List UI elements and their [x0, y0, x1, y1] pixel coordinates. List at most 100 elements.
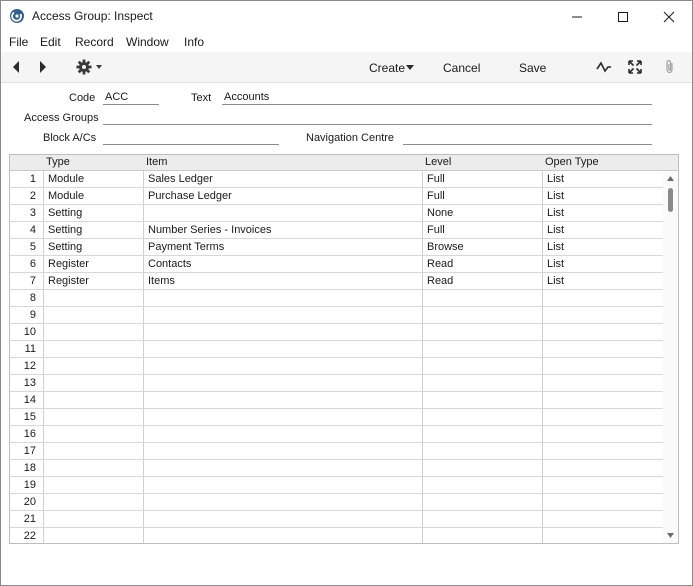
- cell-item[interactable]: Number Series - Invoices: [148, 224, 272, 236]
- table-row[interactable]: 9: [10, 307, 663, 324]
- table-row[interactable]: 19: [10, 477, 663, 494]
- cell-level[interactable]: Read: [427, 275, 453, 287]
- table-row[interactable]: 16: [10, 426, 663, 443]
- table-row[interactable]: 7 Register Items Read List: [10, 273, 663, 290]
- table-row[interactable]: 20: [10, 494, 663, 511]
- cell-level[interactable]: Full: [427, 190, 445, 202]
- minimize-button[interactable]: [554, 1, 600, 32]
- create-button[interactable]: Create: [369, 61, 405, 75]
- save-button[interactable]: Save: [519, 61, 546, 75]
- navigation-centre-field[interactable]: [403, 131, 652, 145]
- menu-file[interactable]: File: [9, 35, 28, 49]
- forward-button[interactable]: [35, 59, 51, 75]
- table-row[interactable]: 17: [10, 443, 663, 460]
- back-arrow-icon: [13, 61, 19, 73]
- scroll-thumb: [668, 188, 673, 212]
- block-acs-field[interactable]: [103, 131, 279, 145]
- cell-type[interactable]: Register: [48, 258, 89, 270]
- cell-level[interactable]: Full: [427, 173, 445, 185]
- column-header-type[interactable]: Type: [46, 156, 70, 168]
- expand-icon: [628, 60, 642, 74]
- cell-open-type[interactable]: List: [547, 190, 564, 202]
- row-number: 4: [29, 224, 36, 236]
- paperclip-icon: [666, 60, 673, 74]
- cell-item[interactable]: Contacts: [148, 258, 191, 270]
- cell-item[interactable]: Purchase Ledger: [148, 190, 232, 202]
- table-row[interactable]: 3 Setting None List: [10, 205, 663, 222]
- table-row[interactable]: 13: [10, 375, 663, 392]
- inspect-window: Access Group: Inspect File Edit Record W…: [0, 0, 693, 586]
- code-label: Code: [69, 92, 96, 104]
- table-row[interactable]: 2 Module Purchase Ledger Full List: [10, 188, 663, 205]
- cell-type[interactable]: Setting: [48, 224, 82, 236]
- text-field[interactable]: Accounts: [222, 91, 652, 105]
- row-number: 13: [23, 377, 36, 389]
- block-acs-label: Block A/Cs: [43, 132, 97, 144]
- access-groups-label: Access Groups: [24, 112, 99, 124]
- close-icon: [663, 11, 675, 22]
- cell-level[interactable]: Read: [427, 258, 453, 270]
- menu-edit[interactable]: Edit: [40, 35, 61, 49]
- row-number: 18: [23, 462, 36, 474]
- cell-type[interactable]: Module: [48, 190, 84, 202]
- menu-bar: File Edit Record Window Info: [1, 32, 692, 52]
- cell-level[interactable]: None: [427, 207, 453, 219]
- menu-info[interactable]: Info: [184, 35, 204, 49]
- column-header-item[interactable]: Item: [146, 156, 167, 168]
- table-row[interactable]: 21: [10, 511, 663, 528]
- cell-type[interactable]: Register: [48, 275, 89, 287]
- table-row[interactable]: 15: [10, 409, 663, 426]
- table-row[interactable]: 12: [10, 358, 663, 375]
- close-button[interactable]: [646, 1, 692, 32]
- table-row[interactable]: 22: [10, 528, 663, 543]
- cell-type[interactable]: Module: [48, 173, 84, 185]
- row-number: 16: [23, 428, 36, 440]
- column-header-open-type[interactable]: Open Type: [545, 156, 599, 168]
- fullscreen-button[interactable]: [627, 59, 643, 75]
- column-header-level[interactable]: Level: [425, 156, 451, 168]
- code-field[interactable]: ACC: [103, 91, 159, 105]
- actions-menu-button[interactable]: [75, 58, 107, 76]
- table-row[interactable]: 10: [10, 324, 663, 341]
- table-row[interactable]: 14: [10, 392, 663, 409]
- scroll-down-icon: [667, 533, 674, 538]
- table-row[interactable]: 6 Register Contacts Read List: [10, 256, 663, 273]
- table-row[interactable]: 4 Setting Number Series - Invoices Full List: [10, 222, 663, 239]
- row-number: 2: [29, 190, 36, 202]
- cell-item[interactable]: Items: [148, 275, 175, 287]
- cell-item[interactable]: Sales Ledger: [148, 173, 213, 185]
- grid-header: Type Item Level Open Type: [10, 155, 678, 171]
- vertical-scrollbar[interactable]: [663, 171, 678, 543]
- menu-record[interactable]: Record: [75, 35, 114, 49]
- cell-open-type[interactable]: List: [547, 224, 564, 236]
- access-grid: Type Item Level Open Type 1 Module Sales L…: [9, 154, 679, 544]
- cell-level[interactable]: Browse: [427, 241, 464, 253]
- app-logo-icon: [9, 8, 25, 24]
- table-row[interactable]: 1 Module Sales Ledger Full List: [10, 171, 663, 188]
- cell-open-type[interactable]: List: [547, 258, 564, 270]
- attach-button[interactable]: [662, 59, 678, 75]
- access-groups-field[interactable]: [103, 111, 652, 125]
- table-row[interactable]: 8: [10, 290, 663, 307]
- text-label: Text: [191, 92, 212, 104]
- cell-open-type[interactable]: List: [547, 207, 564, 219]
- back-button[interactable]: [8, 59, 24, 75]
- cell-type[interactable]: Setting: [48, 241, 82, 253]
- table-row[interactable]: 5 Setting Payment Terms Browse List: [10, 239, 663, 256]
- forward-arrow-icon: [40, 61, 46, 73]
- maximize-button[interactable]: [600, 1, 646, 32]
- activity-button[interactable]: [596, 59, 612, 75]
- row-number: 11: [24, 343, 36, 355]
- pulse-icon: [596, 61, 611, 73]
- cell-item[interactable]: Payment Terms: [148, 241, 224, 253]
- cell-open-type[interactable]: List: [547, 275, 564, 287]
- table-row[interactable]: 18: [10, 460, 663, 477]
- cancel-button[interactable]: Cancel: [443, 61, 480, 75]
- cell-open-type[interactable]: List: [547, 173, 564, 185]
- cell-type[interactable]: Setting: [48, 207, 82, 219]
- menu-window[interactable]: Window: [126, 35, 169, 49]
- table-row[interactable]: 11: [10, 341, 663, 358]
- cell-open-type[interactable]: List: [547, 241, 564, 253]
- cell-level[interactable]: Full: [427, 224, 445, 236]
- chevron-down-icon: [405, 64, 415, 70]
